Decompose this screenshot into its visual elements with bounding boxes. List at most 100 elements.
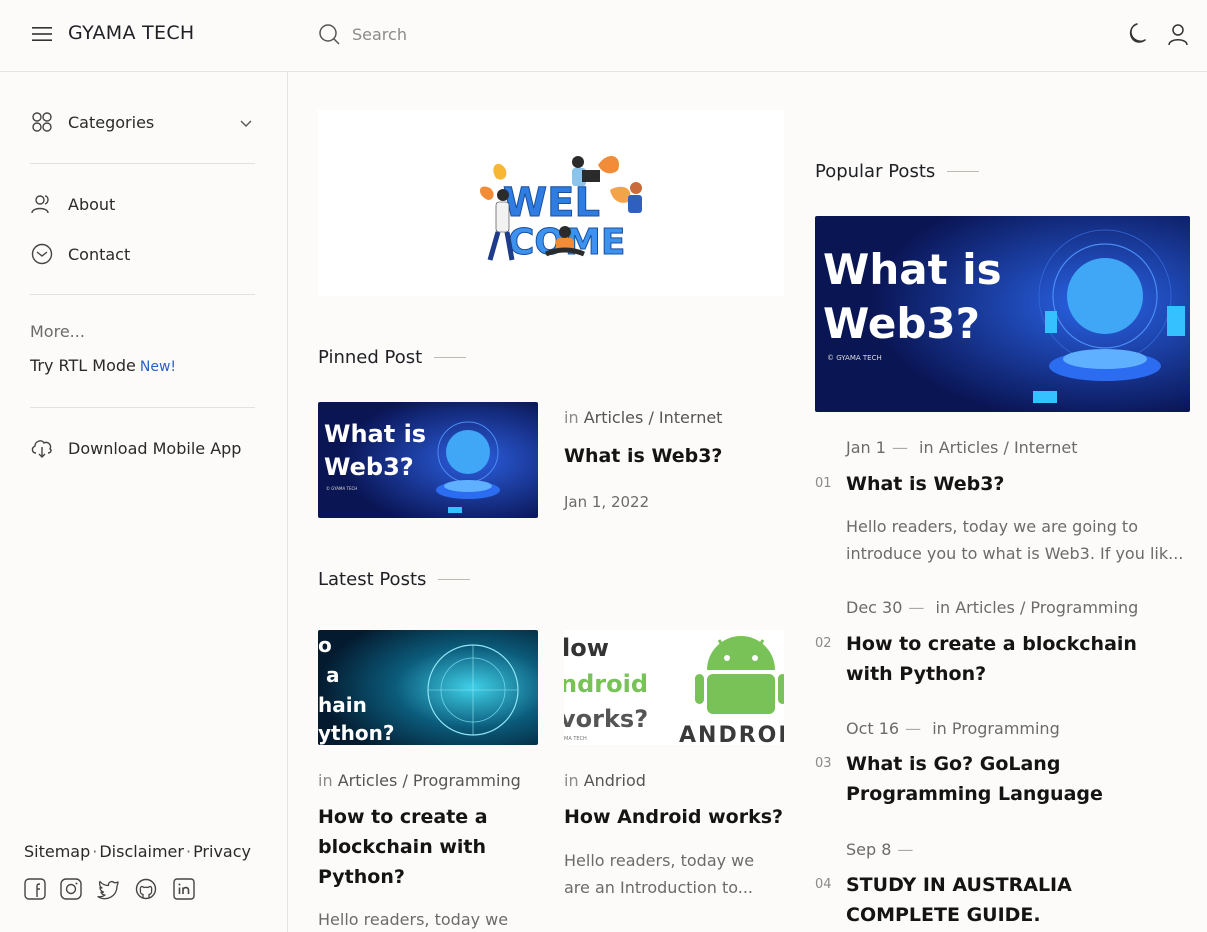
sidebar-divider [30, 294, 255, 295]
new-badge: New! [139, 359, 177, 375]
cloud-download-icon [31, 440, 52, 458]
popular-post-title[interactable]: STUDY IN AUSTRALIA COMPLETE GUIDE. [846, 870, 1191, 930]
pinned-post-heading: Pinned Post [318, 347, 467, 368]
instagram-icon[interactable] [60, 878, 82, 900]
post-category-link[interactable]: Articles / Programming [338, 771, 521, 790]
separator: — [891, 438, 908, 457]
hero-credit: © GYAMA TECH [827, 354, 882, 362]
thumb-text-line1: o [318, 633, 332, 657]
post-category-link[interactable]: Articles / Internet [939, 438, 1078, 457]
android-thumbnail: low ndroid vorks? MA TECH ANDROI [564, 630, 784, 745]
more-label: More... [30, 322, 85, 341]
thumb-text-line2: ndroid [564, 670, 648, 698]
sitemap-link[interactable]: Sitemap [24, 842, 90, 861]
web3-thumbnail: What is Web3? © GYAMA TECH [318, 402, 538, 518]
download-app-button[interactable]: Download Mobile App [30, 433, 241, 463]
sidebar-item-about[interactable]: About [30, 189, 115, 219]
sidebar-item-contact[interactable]: Contact [30, 239, 130, 269]
grid-icon [32, 112, 52, 132]
heading-rule [438, 579, 471, 580]
post-category-link[interactable]: Programming [952, 719, 1060, 738]
popular-post-meta: Sep 8 — [846, 840, 919, 859]
post-date: Oct 16 [846, 719, 900, 738]
latest-post-title[interactable]: How to create a blockchain with Python? [318, 802, 528, 892]
separator: — [897, 840, 914, 859]
in-label: in [318, 771, 333, 790]
latest-post-excerpt: Hello readers, today we are an Introduct… [564, 851, 755, 897]
popular-post-meta: Jan 1 — in Articles / Internet [846, 438, 1077, 457]
section-heading-text: Pinned Post [318, 347, 423, 368]
moon-icon[interactable] [1122, 21, 1148, 47]
in-label: in [932, 719, 947, 738]
post-category-link[interactable]: Articles / Programming [955, 598, 1138, 617]
privacy-link[interactable]: Privacy [193, 842, 251, 861]
popular-post-title[interactable]: How to create a blockchain with Python? [846, 629, 1186, 689]
blockchain-thumbnail: o a hain ython? [318, 630, 538, 745]
banner-text-top: WEL [503, 180, 600, 226]
thumb-text-line1: low [564, 634, 609, 662]
popular-post-meta: Oct 16 — in Programming [846, 719, 1060, 738]
popular-post-title[interactable]: What is Go? GoLang Programming Language [846, 749, 1191, 809]
in-label: in [919, 438, 934, 457]
popular-rank: 04 [815, 877, 832, 892]
search-input[interactable] [352, 20, 852, 48]
in-label: in [935, 598, 951, 617]
web3-hero-thumbnail: What is Web3? © GYAMA TECH [815, 216, 1190, 412]
latest-post-title[interactable]: How Android works? [564, 802, 784, 832]
site-header: GYAMA TECH [0, 0, 1207, 72]
thumb-credit: MA TECH [564, 736, 587, 742]
post-date: Dec 30 [846, 598, 903, 617]
menu-icon[interactable] [32, 25, 52, 43]
facebook-icon[interactable] [24, 878, 46, 900]
heading-rule [947, 171, 980, 172]
sidebar-item-label: About [68, 194, 116, 214]
popular-post-meta: Dec 30 — in Articles / Programming [846, 598, 1138, 617]
hero-text-line2: Web3? [823, 299, 980, 348]
post-category-link[interactable]: Articles / Internet [584, 408, 723, 427]
latest-post-meta: in Articles / Programming [318, 771, 521, 790]
section-heading-text: Popular Posts [815, 161, 936, 182]
latest-post-meta: in Andriod [564, 771, 646, 790]
sidebar-item-label: Contact [68, 244, 131, 264]
mail-icon [31, 243, 53, 265]
pinned-post-title[interactable]: What is Web3? [564, 441, 784, 471]
welcome-banner[interactable]: WEL COME [318, 110, 784, 296]
popular-hero-image[interactable]: What is Web3? © GYAMA TECH [815, 216, 1190, 412]
thumb-text-line2: a [326, 663, 340, 687]
popular-post-title[interactable]: What is Web3? [846, 469, 1191, 499]
welcome-illustration: WEL COME [479, 155, 642, 264]
rtl-label: Try RTL Mode [30, 356, 136, 375]
separator: · [185, 842, 192, 861]
section-heading-text: Latest Posts [318, 569, 427, 590]
android-wordmark: ANDROI [679, 723, 784, 745]
disclaimer-link[interactable]: Disclaimer [99, 842, 184, 861]
latest-post-thumbnail[interactable]: o a hain ython? [318, 630, 538, 745]
separator: — [905, 719, 922, 738]
post-date: Sep 8 [846, 840, 892, 859]
github-icon[interactable] [135, 878, 157, 900]
sidebar-divider [30, 407, 255, 408]
in-label: in [564, 408, 579, 427]
popular-posts-heading: Popular Posts [815, 161, 980, 182]
thumb-text-line4: ython? [318, 721, 394, 745]
latest-post-thumbnail[interactable]: low ndroid vorks? MA TECH ANDROI [564, 630, 784, 745]
post-category-link[interactable]: Andriod [584, 771, 646, 790]
separator: · [92, 842, 98, 861]
popular-post-excerpt: Hello readers, today we are going to int… [846, 517, 1184, 563]
pinned-post-meta: in Articles / Internet [564, 408, 722, 427]
sidebar-item-label: Categories [68, 112, 155, 132]
pinned-post-thumbnail[interactable]: What is Web3? © GYAMA TECH [318, 402, 538, 518]
popular-rank: 03 [815, 756, 832, 771]
heading-rule [434, 357, 467, 358]
sidebar-item-categories[interactable]: Categories [30, 107, 154, 137]
pinned-post-date: Jan 1, 2022 [564, 493, 650, 511]
site-brand[interactable]: GYAMA TECH [68, 22, 195, 44]
people-icon [31, 195, 49, 214]
twitter-icon[interactable] [97, 878, 119, 900]
latest-posts-heading: Latest Posts [318, 569, 471, 590]
chevron-down-icon[interactable] [238, 116, 254, 132]
linkedin-icon[interactable] [173, 878, 195, 900]
rtl-mode-toggle[interactable]: Try RTL Mode New! [30, 356, 176, 375]
post-date: Jan 1 [846, 438, 886, 457]
user-icon[interactable] [1165, 21, 1191, 47]
